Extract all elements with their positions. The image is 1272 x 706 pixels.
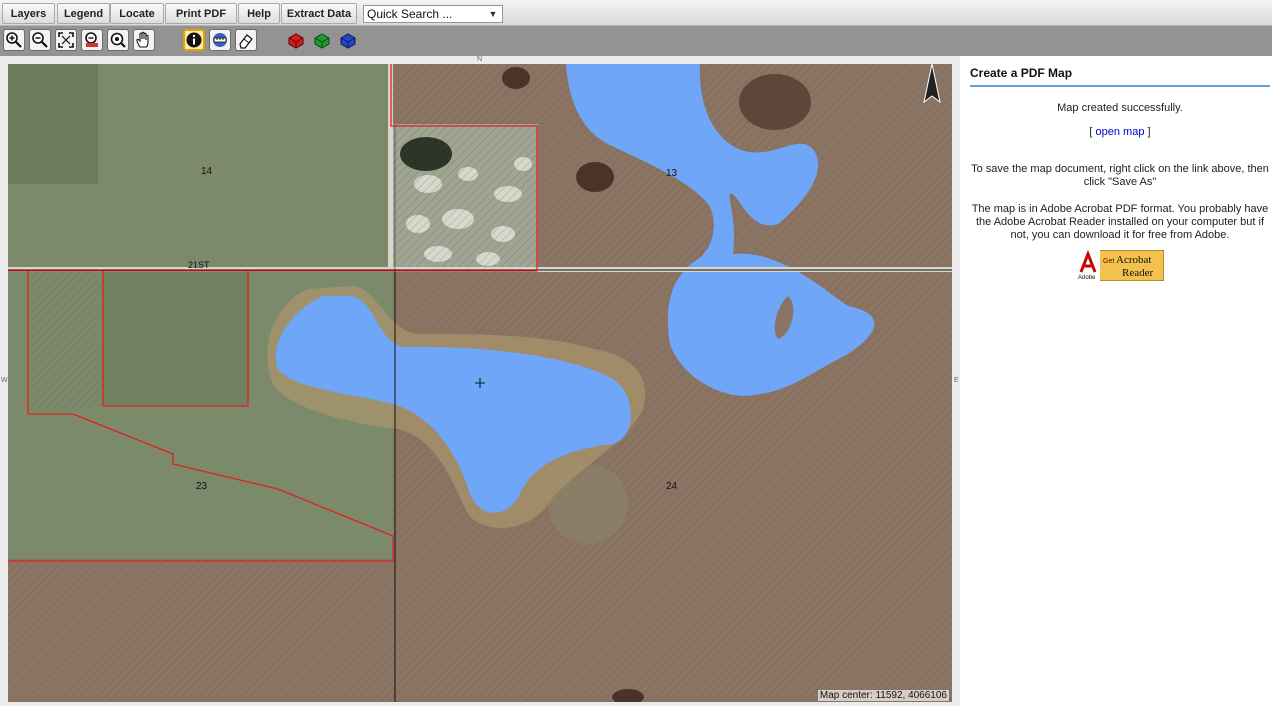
map-center-readout: Map center: 11592, 4066106: [817, 690, 949, 701]
measure-icon[interactable]: [209, 29, 231, 51]
section-label-24: 24: [666, 481, 678, 492]
map-frame: N S W E: [0, 56, 960, 706]
locate-menu-button[interactable]: Locate: [110, 3, 164, 24]
pdf-panel: Create a PDF Map Map created successfull…: [960, 56, 1272, 706]
panel-title: Create a PDF Map: [970, 56, 1270, 87]
parcel-hatch-south: [8, 559, 393, 702]
badge-get-text: Get: [1103, 258, 1114, 265]
open-map-suffix: ]: [1147, 126, 1151, 138]
eraser-icon[interactable]: [235, 29, 257, 51]
legend-menu-button[interactable]: Legend: [57, 3, 110, 24]
full-extent-icon[interactable]: [55, 29, 77, 51]
zoom-previous-icon[interactable]: [81, 29, 103, 51]
compass-west-label: W: [1, 377, 8, 384]
zoom-out-icon[interactable]: [29, 29, 51, 51]
pothole: [576, 162, 614, 192]
quick-search-value: Quick Search ...: [367, 7, 453, 21]
pan-hand-icon[interactable]: [133, 29, 155, 51]
aerial-map[interactable]: 14 13 23 24 21ST: [8, 64, 952, 702]
badge-adobe-text: Adobe: [1078, 275, 1096, 281]
tool-bar: [0, 26, 1272, 56]
pothole: [502, 67, 530, 89]
section-label-14: 14: [201, 166, 213, 177]
zoom-scale-icon[interactable]: [107, 29, 129, 51]
parcel-hatch-west: [28, 271, 103, 411]
badge-reader-text: Reader: [1122, 267, 1153, 279]
help-menu-button[interactable]: Help: [238, 3, 280, 24]
map-canvas[interactable]: 14 13 23 24 21ST Map center: 11592, 4066…: [8, 64, 952, 702]
zoom-in-icon[interactable]: [3, 29, 25, 51]
identify-icon[interactable]: [183, 29, 205, 51]
layers-menu-button[interactable]: Layers: [2, 3, 55, 24]
compass-east-label: E: [954, 377, 959, 384]
badge-acrobat-text: Acrobat: [1116, 254, 1151, 266]
get-acrobat-reader-button[interactable]: Adobe Get Acrobat Reader: [1076, 250, 1164, 281]
blue-select-icon[interactable]: [337, 29, 359, 51]
green-select-icon[interactable]: [311, 29, 333, 51]
section-label-13: 13: [666, 168, 678, 179]
success-message: Map created successfully.: [1057, 102, 1183, 114]
chevron-down-icon[interactable]: ▼: [486, 7, 500, 21]
menu-bar: Layers Legend Locate Print PDF Help Extr…: [0, 0, 1272, 26]
road-label: 21ST: [188, 260, 210, 270]
section-label-23: 23: [196, 481, 208, 492]
open-map-prefix: [: [1089, 126, 1093, 138]
open-map-link[interactable]: open map: [1096, 126, 1145, 138]
print-pdf-menu-button[interactable]: Print PDF: [165, 3, 237, 24]
open-map-line: [ open map ]: [970, 126, 1270, 139]
extract-data-menu-button[interactable]: Extract Data: [281, 3, 357, 24]
field-nw-dark: [8, 64, 98, 184]
save-instructions: To save the map document, right click on…: [971, 163, 1269, 188]
pothole: [739, 74, 811, 130]
acrobat-info: The map is in Adobe Acrobat PDF format. …: [971, 203, 1269, 241]
compass-north-label: N: [477, 56, 483, 63]
field-sw-inner: [103, 271, 248, 406]
quick-search-select[interactable]: Quick Search ... ▼: [363, 5, 503, 23]
adobe-badge-wrap: Adobe Get Acrobat Reader: [970, 250, 1270, 281]
red-select-icon[interactable]: [285, 29, 307, 51]
